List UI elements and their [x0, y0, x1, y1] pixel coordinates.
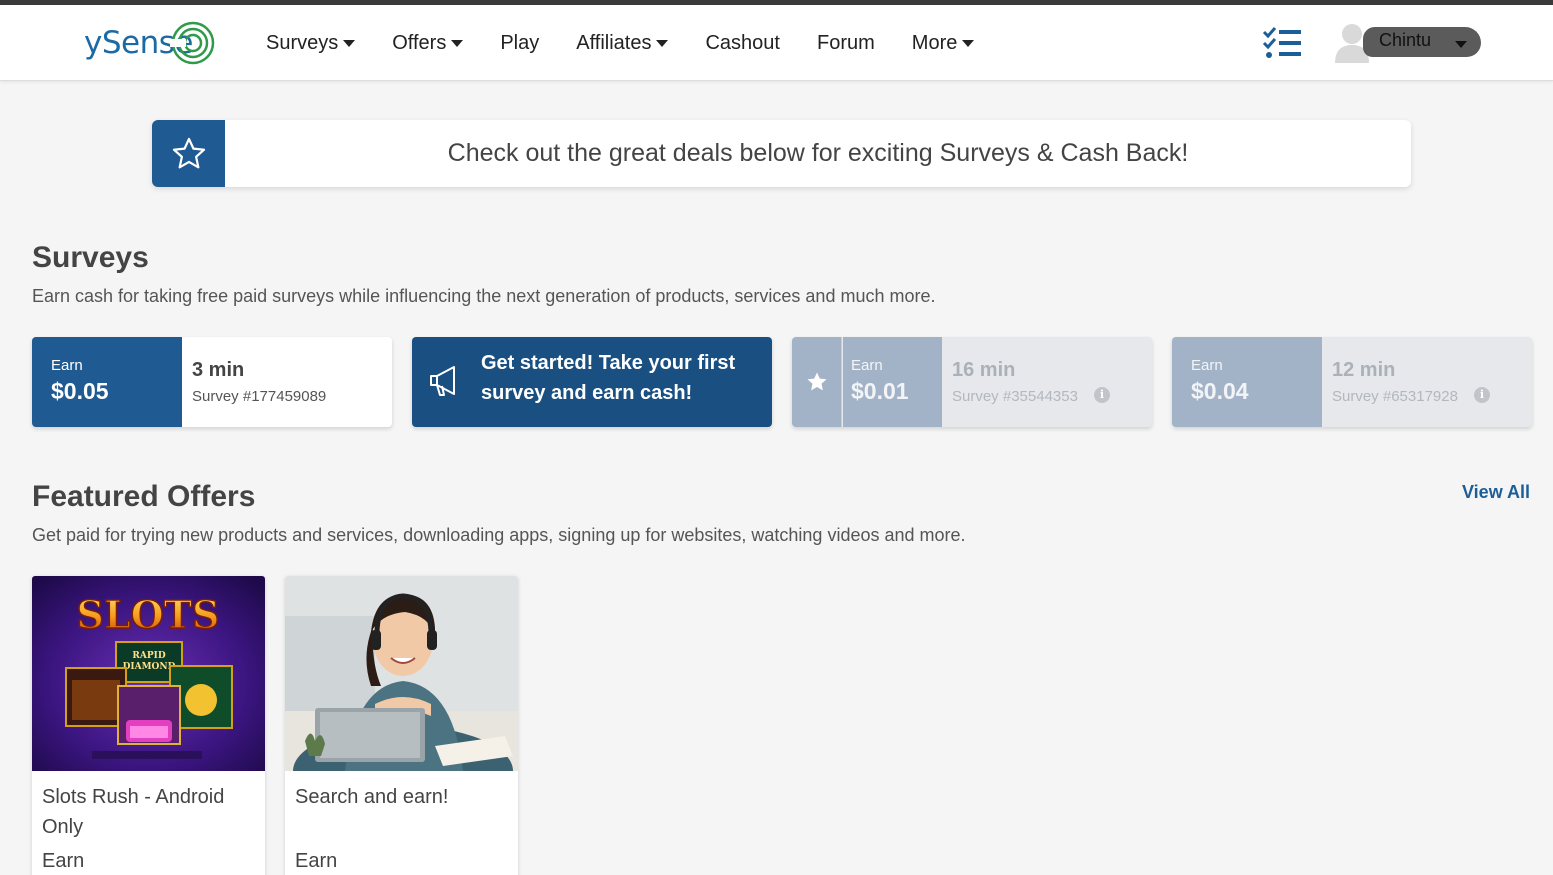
survey-info: 3 min Survey #177459089: [192, 359, 326, 405]
star-outline-icon: [172, 137, 205, 168]
nav-cashout[interactable]: Cashout: [705, 29, 780, 57]
earn-amount: $0.04: [1191, 378, 1249, 404]
surveys-subtitle: Earn cash for taking free paid surveys w…: [32, 286, 936, 306]
banner-icon-block: [152, 120, 225, 187]
nav-label: Offers: [392, 31, 447, 54]
caret-down-icon: [962, 39, 975, 47]
nav-label: Cashout: [705, 31, 780, 54]
slots-logo-text: SLOTS: [77, 592, 220, 637]
offer-title: Search and earn!: [295, 786, 449, 808]
survey-card[interactable]: Earn $0.05 3 min Survey #177459089: [32, 337, 392, 427]
checklist-icon[interactable]: [1262, 25, 1302, 61]
main-nav: Surveys Offers Play Affiliates Cashout F…: [266, 29, 1011, 57]
featured-offers-title: Featured Offers: [32, 480, 256, 513]
deals-banner: Check out the great deals below for exci…: [152, 120, 1411, 187]
caret-down-icon: [656, 39, 669, 47]
caret-down-icon: [343, 39, 356, 47]
promo-text: Get started! Take your first survey and …: [481, 352, 736, 404]
game-tile-diamond: DIAMOND: [123, 662, 176, 672]
megaphone-icon: [430, 366, 455, 396]
star-filled-icon: [807, 372, 826, 391]
earn-label: Earn: [851, 357, 883, 374]
nav-affiliates[interactable]: Affiliates: [576, 29, 669, 57]
slots-game-art: SLOTS RAPID DIAMOND: [32, 576, 265, 771]
survey-card-locked[interactable]: Earn $0.01 16 min Survey #35544353 i: [792, 337, 1152, 427]
site-header: ySense Surveys Offers Play Affiliates Ca…: [0, 5, 1553, 81]
survey-info: 16 min Survey #35544353: [952, 359, 1078, 405]
offer-earn-label: Earn: [42, 850, 85, 872]
info-icon[interactable]: i: [1474, 387, 1490, 403]
offer-card[interactable]: Search and earn! Earn: [285, 576, 518, 875]
nav-label: More: [911, 31, 958, 54]
nav-label: Surveys: [266, 31, 339, 54]
game-tile-rapid-diamond: RAPID: [132, 651, 165, 661]
offer-earn-label: Earn: [295, 850, 338, 872]
survey-time: 12 min: [1332, 359, 1396, 381]
survey-info: 12 min Survey #65317928: [1332, 359, 1458, 405]
nav-offers[interactable]: Offers: [392, 29, 464, 57]
offer-image-search: [285, 576, 518, 771]
caret-down-icon: [451, 39, 464, 47]
survey-id: Survey #35544353: [952, 388, 1078, 405]
earn-label: Earn: [1191, 357, 1223, 374]
nav-surveys[interactable]: Surveys: [266, 29, 356, 57]
nav-label: Affiliates: [576, 31, 652, 54]
user-menu[interactable]: Chintu: [1333, 19, 1483, 69]
info-icon[interactable]: i: [1094, 387, 1110, 403]
survey-id: Survey #177459089: [192, 388, 327, 405]
nav-label: Forum: [816, 31, 875, 54]
logo-ring-icon: [170, 21, 215, 65]
caret-down-icon: [1455, 41, 1467, 48]
survey-time: 16 min: [952, 359, 1016, 381]
survey-id: Survey #65317928: [1332, 388, 1458, 405]
ysense-logo[interactable]: ySense: [84, 19, 215, 67]
earn-block: Earn $0.04: [1172, 337, 1322, 427]
earn-label: Earn: [51, 357, 83, 374]
username: Chintu: [1379, 30, 1432, 50]
banner-text: Check out the great deals below for exci…: [447, 139, 1189, 167]
surveys-title: Surveys: [32, 241, 149, 274]
earn-block: Earn $0.05: [32, 337, 182, 427]
woman-laptop-photo: [285, 576, 518, 771]
offer-title: Slots Rush - Android Only: [42, 786, 225, 838]
earn-amount: $0.01: [851, 378, 909, 404]
offer-card[interactable]: SLOTS RAPID DIAMOND Slots Rush - Android…: [32, 576, 265, 875]
nav-forum[interactable]: Forum: [817, 29, 875, 57]
first-survey-promo-card[interactable]: Get started! Take your first survey and …: [412, 337, 772, 427]
nav-label: Play: [500, 31, 540, 54]
featured-offers-subtitle: Get paid for trying new products and ser…: [32, 525, 966, 545]
nav-play[interactable]: Play: [500, 29, 539, 57]
survey-card-locked[interactable]: Earn $0.04 12 min Survey #65317928 i: [1172, 337, 1532, 427]
offer-image-slots: SLOTS RAPID DIAMOND: [32, 576, 265, 771]
view-all-link[interactable]: View All: [1462, 482, 1530, 503]
star-block: [792, 337, 842, 427]
nav-more[interactable]: More: [912, 29, 975, 57]
earn-block: Earn $0.01: [843, 337, 942, 427]
survey-time: 3 min: [192, 359, 245, 381]
earn-amount: $0.05: [51, 378, 109, 404]
